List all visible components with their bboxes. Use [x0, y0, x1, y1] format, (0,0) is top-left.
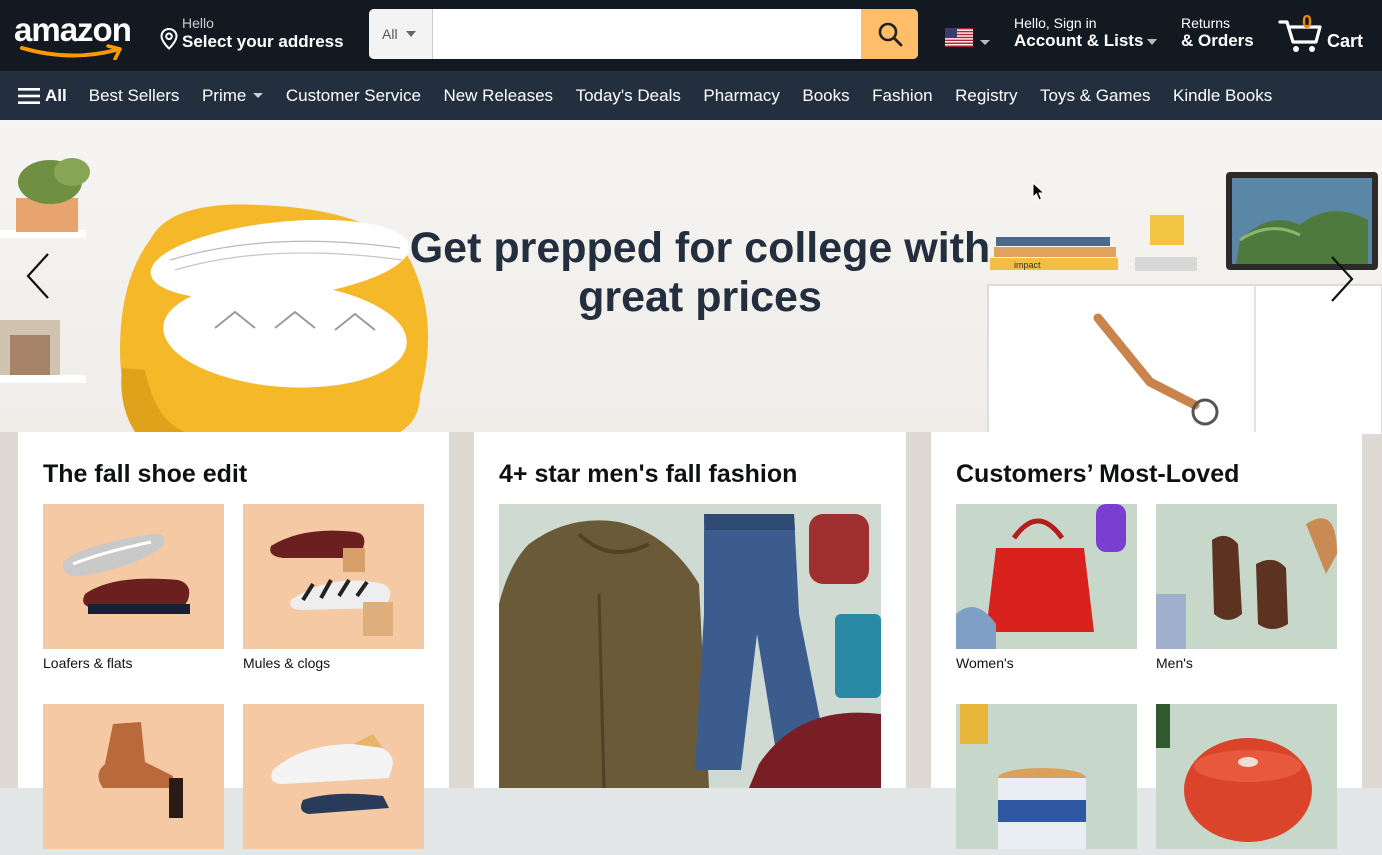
cart-button[interactable]: 0 Cart: [1278, 12, 1370, 56]
amazon-logo[interactable]: amazon: [14, 11, 140, 60]
nav-pharmacy[interactable]: Pharmacy: [703, 86, 780, 106]
tile-image: [43, 704, 224, 849]
tile-label: Women's: [956, 655, 1014, 671]
tile-image: [956, 504, 1137, 649]
tile-image: [43, 504, 224, 649]
nav-books[interactable]: Books: [802, 86, 849, 106]
tile-boots[interactable]: [43, 704, 224, 855]
mouse-cursor-icon: [1032, 182, 1046, 201]
carousel-next-arrow-icon[interactable]: [1326, 253, 1358, 305]
hamburger-menu-icon: [18, 87, 40, 104]
card-mens-fall-fashion[interactable]: 4+ star men's fall fashion: [474, 432, 906, 788]
nav-prime[interactable]: Prime: [201, 85, 264, 106]
cart-count: 0: [1302, 12, 1313, 32]
us-flag-icon[interactable]: [945, 28, 973, 47]
location-pin-icon: [160, 28, 178, 50]
tile-home-kitchen[interactable]: [1156, 704, 1337, 855]
chevron-down-icon: [405, 31, 416, 37]
language-chevron-icon[interactable]: [980, 40, 990, 45]
card-title: Customers’ Most-Loved: [956, 460, 1240, 488]
orders-label: & Orders: [1181, 31, 1254, 50]
chevron-down-icon: [253, 93, 264, 98]
carousel-prev-arrow-icon[interactable]: [22, 250, 54, 302]
card-image: [499, 504, 881, 788]
account-greeting: Hello, Sign in: [1014, 15, 1097, 31]
card-customers-most-loved: Customers’ Most-Loved Women's Men's: [931, 432, 1362, 849]
tile-image: [1156, 504, 1337, 649]
account-lists-menu[interactable]: Hello, Sign in Account & Lists: [1014, 15, 1158, 51]
hero-title: Get prepped for college with great price…: [409, 224, 991, 321]
nav-customer-service[interactable]: Customer Service: [286, 86, 421, 106]
returns-label: Returns: [1181, 15, 1231, 31]
tile-womens[interactable]: Women's: [956, 504, 1137, 671]
returns-orders-link[interactable]: Returns & Orders: [1181, 15, 1254, 51]
sub-nav: All Best Sellers Prime Customer Service …: [0, 71, 1382, 120]
nav-registry[interactable]: Registry: [955, 86, 1017, 106]
account-lists-row: Account & Lists: [1014, 31, 1158, 51]
nav-best-sellers[interactable]: Best Sellers: [89, 86, 180, 106]
nav-new-releases[interactable]: New Releases: [443, 86, 553, 106]
address-select: Select your address: [182, 32, 344, 51]
tile-image: [956, 704, 1137, 849]
chevron-down-icon: [1147, 38, 1158, 45]
card-title: 4+ star men's fall fashion: [499, 460, 798, 488]
logo-smile-icon: [20, 44, 122, 60]
tile-label: Mules & clogs: [243, 655, 331, 671]
account-lists-label: Account & Lists: [1014, 31, 1144, 50]
search-category-label: All: [382, 26, 398, 42]
tile-loafers-flats[interactable]: Loafers & flats: [43, 504, 224, 671]
top-nav: amazon Hello Select your address All Hel…: [0, 0, 1382, 71]
cart-label: Cart: [1327, 31, 1364, 51]
tile-label: Men's: [1156, 655, 1193, 671]
search-button[interactable]: [861, 9, 918, 59]
card-fall-shoe-edit: The fall shoe edit Loafers & flats Mules…: [18, 432, 449, 849]
search-bar: All: [369, 9, 918, 59]
nav-fashion[interactable]: Fashion: [872, 86, 932, 106]
cart-icon: [1278, 20, 1322, 52]
card-title: The fall shoe edit: [43, 460, 248, 488]
nav-toys-games[interactable]: Toys & Games: [1040, 86, 1151, 106]
nav-todays-deals[interactable]: Today's Deals: [576, 86, 681, 106]
tile-image: [1156, 704, 1337, 849]
nav-kindle-books[interactable]: Kindle Books: [1173, 86, 1272, 106]
book-label: impact: [1014, 260, 1041, 270]
tile-beauty[interactable]: [956, 704, 1137, 855]
tile-sneakers[interactable]: [243, 704, 424, 855]
tile-image: [243, 504, 424, 649]
nav-prime-label: Prime: [201, 85, 247, 105]
tile-mules-clogs[interactable]: Mules & clogs: [243, 504, 424, 671]
tile-image: [243, 704, 424, 849]
address-greeting: Hello: [182, 15, 214, 31]
tile-label: Loafers & flats: [43, 655, 133, 671]
search-category-dropdown[interactable]: All: [369, 9, 433, 59]
tile-mens[interactable]: Men's: [1156, 504, 1337, 671]
logo-text: amazon: [14, 11, 132, 48]
all-menu-button[interactable]: All: [18, 86, 67, 106]
all-menu-label: All: [45, 85, 67, 105]
search-icon: [878, 22, 902, 47]
search-input[interactable]: [433, 9, 861, 59]
